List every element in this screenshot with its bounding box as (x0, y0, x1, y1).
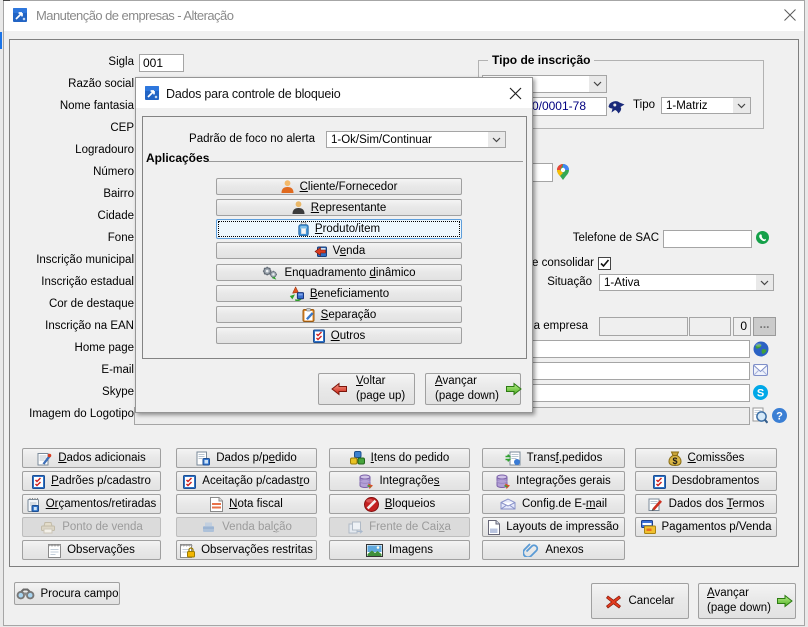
svg-text:S: S (757, 388, 764, 400)
svg-text:$: $ (672, 456, 677, 466)
svg-text:?: ? (776, 411, 783, 423)
